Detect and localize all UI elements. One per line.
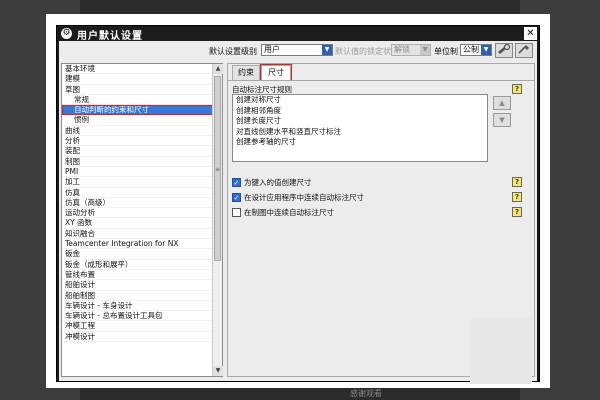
tree-item[interactable]: 加工 xyxy=(62,177,213,188)
tree-item[interactable]: 运动分析 xyxy=(62,208,213,219)
help-icon[interactable]: ? xyxy=(512,177,522,187)
scroll-thumb[interactable]: ≡ xyxy=(214,76,221,261)
chevron-down-icon: ▼ xyxy=(420,45,430,55)
tree-item[interactable]: 冲模工程 xyxy=(62,321,213,332)
user-defaults-dialog: ⚙ 用户默认设置 ✕ 默认设置级别 用户 ▼ 默认值的锁定状态 解锁 ▼ 单位制… xyxy=(56,25,540,382)
help-icon[interactable]: ? xyxy=(512,207,522,217)
scroll-down-icon[interactable]: ▼ xyxy=(213,366,223,376)
tree-item[interactable]: 分析 xyxy=(62,136,213,147)
tab-dimensions[interactable]: 尺寸 xyxy=(260,64,292,82)
tree-item[interactable]: XY 函数 xyxy=(62,218,213,229)
tree-item[interactable]: 仿真 xyxy=(62,188,213,198)
option-create-dims-for-typed-values[interactable]: ✓ 为键入的值创建尺寸 xyxy=(232,177,492,188)
manager-tool-icon xyxy=(518,45,529,54)
checkbox[interactable]: ✓ xyxy=(232,193,241,202)
dialog-title: 用户默认设置 xyxy=(77,31,143,42)
unit-label: 单位制 xyxy=(434,47,458,56)
scroll-up-icon[interactable]: ▲ xyxy=(213,64,223,74)
move-up-button[interactable]: ▲ xyxy=(493,96,511,110)
tree-item[interactable]: 钣金 xyxy=(62,249,213,260)
rule-item[interactable]: 创建参考轴的尺寸 xyxy=(233,137,487,148)
help-icon[interactable]: ? xyxy=(512,84,522,94)
lock-state-label: 默认值的锁定状态 xyxy=(335,47,399,56)
lock-state-dropdown[interactable]: 解锁 ▼ xyxy=(391,44,431,56)
corner-glare xyxy=(470,318,532,384)
tree-item[interactable]: 船舶设计 xyxy=(62,280,213,291)
level-dropdown[interactable]: 用户 ▼ xyxy=(261,44,333,56)
tree-item[interactable]: 惯例 xyxy=(62,115,213,126)
rule-item[interactable]: 对直线创建水平和竖直尺寸标注 xyxy=(233,127,487,138)
tree-item[interactable]: 常规 xyxy=(62,95,213,106)
tree-item[interactable]: 车辆设计 - 总布置设计工具包 xyxy=(62,311,213,322)
tree-item-selected[interactable]: 自动判断的约束和尺寸 xyxy=(62,105,213,116)
tree-item[interactable]: 基本环境 xyxy=(62,64,213,75)
rule-item[interactable]: 创建对称尺寸 xyxy=(233,95,487,106)
option-continuous-auto-dim-design[interactable]: ✓ 在设计应用程序中连续自动标注尺寸 xyxy=(232,192,492,203)
rule-item[interactable]: 创建长度尺寸 xyxy=(233,116,487,127)
manager-tool-button[interactable] xyxy=(515,43,533,58)
category-tree-panel: 基本环境 建模 草图 常规 自动判断的约束和尺寸 惯例 曲线 分析 装配 制图 PMI 加工 仿真 仿真（… xyxy=(61,63,223,377)
help-icon[interactable]: ? xyxy=(512,192,522,202)
tree-item[interactable]: 制图 xyxy=(62,157,213,167)
tree-item[interactable]: 仿真（高级） xyxy=(62,198,213,209)
level-value: 用户 xyxy=(264,45,280,54)
dialog-client-area: 默认设置级别 用户 ▼ 默认值的锁定状态 解锁 ▼ 单位制 公制 ▼ 基本环境 … xyxy=(59,41,537,381)
option-continuous-auto-dim-drafting[interactable]: 在制图中连续自动标注尺寸 xyxy=(232,207,492,218)
tree-item[interactable]: Teamcenter Integration for NX xyxy=(62,239,213,250)
tab-constraints[interactable]: 约束 xyxy=(232,65,260,80)
background-hint: 感谢观看 xyxy=(350,389,382,398)
chevron-down-icon: ▼ xyxy=(481,45,491,55)
tree-item[interactable]: 知识融合 xyxy=(62,229,213,240)
arrow-up-icon: ▲ xyxy=(499,99,505,107)
auto-dimension-rules-list[interactable]: 创建对称尺寸 创建相邻角度 创建长度尺寸 对直线创建水平和竖直尺寸标注 创建参考… xyxy=(232,94,488,162)
arrow-down-icon: ▼ xyxy=(499,116,505,124)
unit-value: 公制 xyxy=(463,45,479,54)
checkbox[interactable]: ✓ xyxy=(232,178,241,187)
tree-item[interactable]: 建模 xyxy=(62,74,213,85)
tree-item[interactable]: 草图 xyxy=(62,85,213,95)
checkbox[interactable] xyxy=(232,208,241,217)
close-button[interactable]: ✕ xyxy=(524,27,537,40)
gear-icon: ⚙ xyxy=(61,28,72,39)
move-down-button[interactable]: ▼ xyxy=(493,113,511,127)
tree-item[interactable]: 管线布置 xyxy=(62,270,213,281)
defaults-toolbar: 默认设置级别 用户 ▼ 默认值的锁定状态 解锁 ▼ 单位制 公制 ▼ xyxy=(59,41,537,61)
tree-item[interactable]: PMI xyxy=(62,167,213,178)
chevron-down-icon: ▼ xyxy=(322,45,332,55)
tree-item[interactable]: 装配 xyxy=(62,146,213,157)
option-label: 为键入的值创建尺寸 xyxy=(244,178,312,187)
tree-item[interactable]: 车辆设计 - 车身设计 xyxy=(62,301,213,312)
rule-item[interactable]: 创建相邻角度 xyxy=(233,106,487,117)
option-label: 在设计应用程序中连续自动标注尺寸 xyxy=(244,193,364,202)
unit-dropdown[interactable]: 公制 ▼ xyxy=(460,44,492,56)
level-label: 默认设置级别 xyxy=(209,47,257,56)
tree-item[interactable]: 钣金（成形和展平） xyxy=(62,260,213,270)
settings-tool-button[interactable] xyxy=(495,43,513,58)
settings-tool-icon xyxy=(498,43,511,54)
lock-state-value: 解锁 xyxy=(394,45,410,54)
tree-scrollbar[interactable]: ▲ ≡ ▼ xyxy=(212,64,223,376)
tree-item[interactable]: 曲线 xyxy=(62,126,213,137)
title-bar[interactable]: ⚙ 用户默认设置 ✕ xyxy=(57,26,539,42)
tree-item[interactable]: 冲模设计 xyxy=(62,332,213,343)
option-label: 在制图中连续自动标注尺寸 xyxy=(244,208,334,217)
tree-item[interactable]: 船舶制图 xyxy=(62,291,213,301)
category-tree[interactable]: 基本环境 建模 草图 常规 自动判断的约束和尺寸 惯例 曲线 分析 装配 制图 PMI 加工 仿真 仿真（… xyxy=(62,64,213,376)
